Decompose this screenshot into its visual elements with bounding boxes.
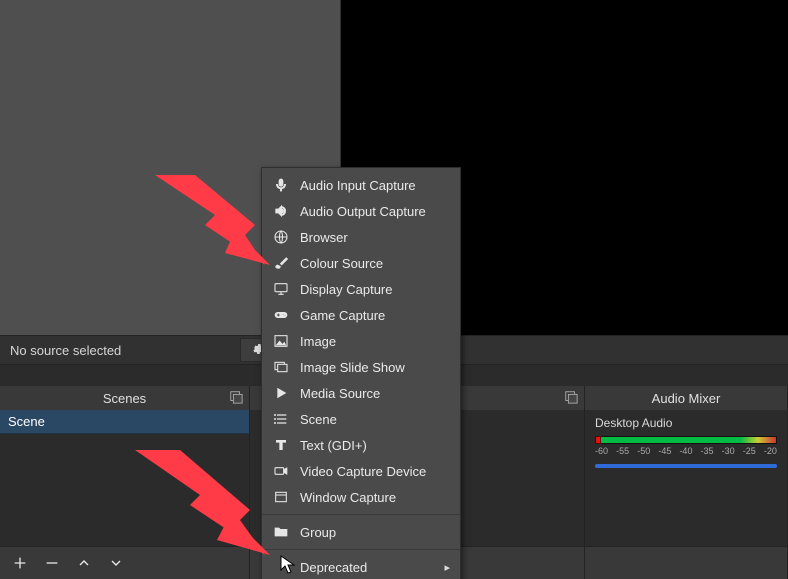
- menu-item-label: Audio Input Capture: [300, 178, 416, 193]
- no-source-label: No source selected: [0, 343, 240, 358]
- play-icon: [272, 384, 290, 402]
- move-scene-down-button[interactable]: [106, 553, 126, 573]
- popout-icon[interactable]: [564, 390, 578, 404]
- menu-item-video-capture-device[interactable]: Video Capture Device: [262, 458, 460, 484]
- menu-item-label: Game Capture: [300, 308, 385, 323]
- menu-item-label: Image Slide Show: [300, 360, 405, 375]
- menu-item-image-slide-show[interactable]: Image Slide Show: [262, 354, 460, 380]
- menu-item-group[interactable]: Group: [262, 519, 460, 545]
- menu-item-label: Display Capture: [300, 282, 393, 297]
- mixer-title-label: Audio Mixer: [652, 391, 721, 406]
- menu-item-label: Image: [300, 334, 336, 349]
- menu-item-audio-input-capture[interactable]: Audio Input Capture: [262, 172, 460, 198]
- menu-item-label: Group: [300, 525, 336, 540]
- mixer-toolbar: [585, 547, 788, 579]
- menu-item-label: Window Capture: [300, 490, 396, 505]
- menu-item-label: Media Source: [300, 386, 380, 401]
- move-scene-up-button[interactable]: [74, 553, 94, 573]
- menu-item-browser[interactable]: Browser: [262, 224, 460, 250]
- menu-item-scene[interactable]: Scene: [262, 406, 460, 432]
- menu-item-label: Text (GDI+): [300, 438, 367, 453]
- list-icon: [272, 410, 290, 428]
- menu-item-display-capture[interactable]: Display Capture: [262, 276, 460, 302]
- scenes-title-label: Scenes: [103, 391, 146, 406]
- menu-item-label: Browser: [300, 230, 348, 245]
- menu-item-media-source[interactable]: Media Source: [262, 380, 460, 406]
- audio-mixer-panel: Desktop Audio -60-55-50-45-40-35-30-25-2…: [585, 410, 788, 546]
- gamepad-icon: [272, 306, 290, 324]
- add-source-context-menu: Audio Input Capture Audio Output Capture…: [261, 167, 461, 579]
- menu-item-label: Video Capture Device: [300, 464, 426, 479]
- menu-item-image[interactable]: Image: [262, 328, 460, 354]
- monitor-icon: [272, 280, 290, 298]
- menu-item-text-gdi[interactable]: Text (GDI+): [262, 432, 460, 458]
- mixer-ticks: -60-55-50-45-40-35-30-25-20: [595, 446, 777, 458]
- scene-item-label: Scene: [8, 414, 45, 429]
- mouse-cursor-icon: [280, 555, 296, 575]
- menu-separator: [262, 549, 460, 550]
- mixer-track-label: Desktop Audio: [595, 416, 777, 430]
- menu-item-label: Deprecated: [300, 560, 367, 575]
- add-scene-button[interactable]: [10, 553, 30, 573]
- scenes-dock-title[interactable]: Scenes: [0, 386, 250, 410]
- menu-item-colour-source[interactable]: Colour Source: [262, 250, 460, 276]
- menu-item-label: Scene: [300, 412, 337, 427]
- menu-item-game-capture[interactable]: Game Capture: [262, 302, 460, 328]
- menu-separator: [262, 514, 460, 515]
- audio-mixer-dock-title[interactable]: Audio Mixer: [585, 386, 788, 410]
- menu-item-label: Audio Output Capture: [300, 204, 426, 219]
- scene-item[interactable]: Scene: [0, 410, 249, 434]
- slideshow-icon: [272, 358, 290, 376]
- menu-item-audio-output-capture[interactable]: Audio Output Capture: [262, 198, 460, 224]
- image-icon: [272, 332, 290, 350]
- menu-item-window-capture[interactable]: Window Capture: [262, 484, 460, 510]
- remove-scene-button[interactable]: [42, 553, 62, 573]
- mixer-meter: -60-55-50-45-40-35-30-25-20: [595, 434, 777, 452]
- volume-slider[interactable]: [595, 464, 777, 468]
- popout-icon[interactable]: [229, 390, 243, 404]
- app-root: No source selected Pr Scenes Sources Aud…: [0, 0, 788, 579]
- menu-item-label: Colour Source: [300, 256, 383, 271]
